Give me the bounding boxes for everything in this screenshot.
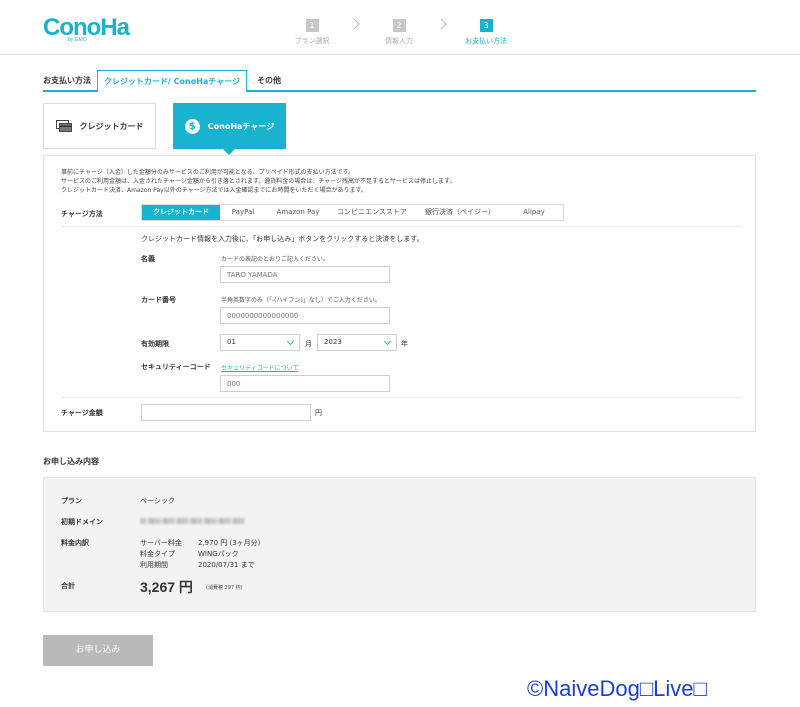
charge-amount-input[interactable] [141, 404, 311, 421]
tab-charge-credit-card[interactable]: クレジットカード [142, 205, 220, 220]
card-number-input[interactable] [220, 307, 390, 324]
tab-charge-amazon-pay[interactable]: Amazon Pay [266, 205, 330, 220]
payment-method-heading: お支払い方法 [43, 76, 91, 85]
step-payment-method: 3 お支払い方法 [451, 13, 521, 46]
header: ConoHa by GMO 1 プラン選択 2 情報入力 3 お支払い方法 [0, 0, 800, 55]
card-number-hint: 半角英数字のみ（「-(ハイフン)」なし）でご入力ください。 [221, 297, 381, 304]
expiry-year-value: 2023 [324, 338, 342, 346]
card-number-label: カード番号 [141, 296, 176, 304]
description-line: 事前にチャージ（入金）した金額分のみサービスのご利用が可能となる、プリペイド形式… [61, 169, 355, 176]
charge-amount-label: チャージ金額 [61, 409, 103, 417]
security-code-label: セキュリティーコード [141, 363, 211, 371]
fee-key: 料金タイプ [140, 550, 175, 558]
payment-tabs: お支払い方法 クレジットカード/ ConoHaチャージ その他 [43, 70, 756, 92]
credit-card-option-label: クレジットカード [79, 121, 144, 131]
step-number: 1 [305, 19, 319, 32]
step-plan-selection: 1 プラン選択 [277, 13, 347, 46]
name-hint: カードの表記のとおりご記入ください。 [221, 256, 330, 263]
charge-method-label: チャージ方法 [61, 210, 103, 218]
chevron-right-icon [435, 18, 447, 30]
description-line: サービスのご利用金額は、入金されたチャージ金額から引き落とされます。通貨料金の場… [61, 178, 456, 185]
divider [61, 226, 741, 227]
step-info-input: 2 情報入力 [364, 13, 434, 46]
tab-charge-paypal[interactable]: PayPal [220, 205, 266, 220]
cardholder-name-input[interactable] [220, 266, 390, 283]
initial-domain-label: 初期ドメイン [61, 518, 103, 526]
card-instruction: クレジットカード情報を入力後に、「お申し込み」ボタンをクリックすると決済をします… [141, 235, 424, 243]
step-label: プラン選択 [294, 37, 330, 45]
step-label: お支払い方法 [465, 37, 507, 45]
tab-credit-card-charge[interactable]: クレジットカード/ ConoHaチャージ [97, 70, 247, 92]
security-code-input[interactable] [220, 375, 390, 392]
step-number: 3 [479, 19, 493, 32]
tab-charge-alipay[interactable]: Alipay [506, 205, 562, 220]
fee-key: 利用期間 [140, 561, 168, 569]
summary-title: お申し込み内容 [43, 457, 99, 466]
year-unit: 年 [401, 340, 408, 348]
charge-form: 事前にチャージ（入金）した金額分のみサービスのご利用が可能となる、プリペイド形式… [43, 155, 756, 432]
total-label: 合計 [61, 582, 75, 590]
security-code-help-link[interactable]: セキュリティコードについて [221, 363, 298, 372]
charge-description: 事前にチャージ（入金）した金額分のみサービスのご利用が可能となる、プリペイド形式… [61, 168, 455, 195]
fee-value: 2020/07/31 まで [198, 561, 255, 569]
plan-label: プラン [61, 497, 82, 505]
conoha-charge-option-label: ConoHaチャージ [207, 121, 275, 131]
fee-key: サーバー料金 [140, 539, 182, 547]
submit-application-button[interactable]: お申し込み [43, 635, 153, 666]
dollar-coin-icon: $ [184, 118, 200, 134]
step-label: 情報入力 [385, 37, 413, 45]
step-number: 2 [392, 19, 406, 32]
tab-charge-pay-easy[interactable]: 銀行決済（ペイジー） [414, 205, 506, 220]
copyright-watermark: ©NaiveDog□Live□ [527, 676, 707, 701]
divider [61, 397, 741, 398]
redacted-domain [140, 518, 245, 524]
expiry-month-value: 01 [227, 338, 236, 346]
expiry-year-select[interactable]: 2023 [317, 334, 397, 351]
fee-value: WINGパック [198, 550, 239, 558]
plan-value: ベーシック [140, 497, 175, 505]
charge-method-tabs: クレジットカード PayPal Amazon Pay コンビニエンスストア 銀行… [141, 204, 564, 221]
tax-note: (消費税 297 円) [206, 585, 243, 591]
credit-card-option[interactable]: クレジットカード [43, 103, 156, 149]
description-line: クレジットカード決済、Amazon Pay以外のチャージ方法では入金確認までにお… [61, 187, 367, 194]
month-unit: 月 [305, 340, 312, 348]
logo-subtext: by GMO [68, 37, 87, 43]
chevron-down-icon [286, 337, 295, 346]
tab-other[interactable]: その他 [249, 70, 289, 92]
tab-charge-convenience-store[interactable]: コンビニエンスストア [330, 205, 414, 220]
total-amount: 3,267 円 [140, 579, 193, 595]
chevron-right-icon [348, 18, 360, 30]
selection-pointer [222, 148, 236, 155]
chevron-down-icon [383, 337, 392, 346]
expiry-month-select[interactable]: 01 [220, 334, 300, 351]
order-summary: プラン ベーシック 初期ドメイン 料金内訳 サーバー料金 2,970 円 (3ヶ… [43, 477, 756, 612]
credit-card-icon [55, 120, 72, 132]
fee-breakdown-label: 料金内訳 [61, 539, 89, 547]
name-label: 名義 [141, 255, 155, 263]
conoha-charge-option[interactable]: $ ConoHaチャージ [173, 103, 286, 149]
yen-unit: 円 [315, 409, 322, 417]
fee-value: 2,970 円 (3ヶ月分) [198, 539, 261, 547]
expiry-label: 有効期限 [141, 340, 169, 348]
